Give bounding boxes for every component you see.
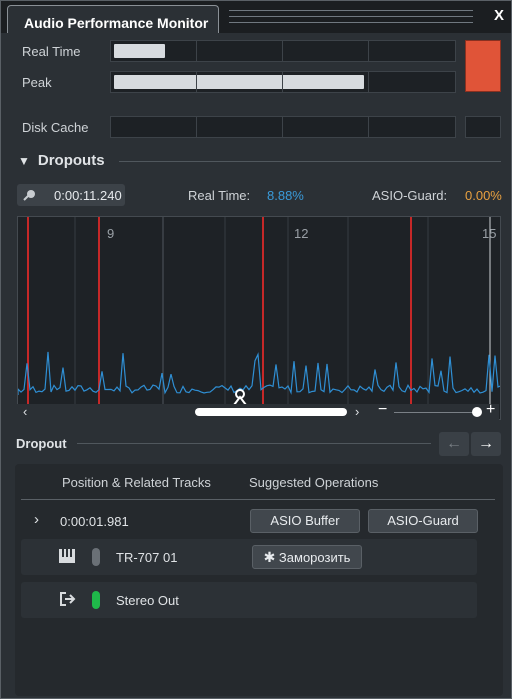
asio-buffer-button[interactable]: ASIO Buffer xyxy=(250,509,360,533)
arrow-left-icon: ← xyxy=(446,435,462,452)
ruler-label: 12 xyxy=(294,226,308,241)
ruler-label: 15 xyxy=(482,226,496,241)
track-name: Stereo Out xyxy=(116,593,179,608)
output-icon xyxy=(60,592,76,611)
meter-tick xyxy=(196,117,197,137)
peak-meter-fill xyxy=(114,75,364,89)
dropout-graph[interactable]: 9 12 15 xyxy=(17,216,501,420)
audio-performance-window: Audio Performance Monitor X Real Time Pe… xyxy=(0,0,512,699)
column-header-operations: Suggested Operations xyxy=(249,475,379,490)
track-name: TR-707 01 xyxy=(116,550,178,565)
meter-tick xyxy=(368,41,369,61)
disk-cache-meter xyxy=(110,116,456,138)
close-button[interactable]: X xyxy=(494,7,504,24)
real-time-meter xyxy=(110,40,456,62)
locate-icon xyxy=(22,188,38,205)
dropout-graph-canvas: 9 12 15 xyxy=(18,217,500,406)
meter-tick xyxy=(196,41,197,61)
dropouts-title: Dropouts xyxy=(37,152,105,169)
track-activity-indicator xyxy=(92,548,100,566)
divider xyxy=(119,161,501,162)
dropout-time-button[interactable]: 0:00:11.240 xyxy=(17,184,125,206)
dropout-detail-title: Dropout xyxy=(16,436,67,451)
chevron-right-icon[interactable]: › xyxy=(34,511,39,528)
real-time-percent-label: Real Time: xyxy=(188,188,251,203)
divider xyxy=(21,499,495,500)
next-dropout-button[interactable]: → xyxy=(471,432,501,456)
zoom-slider-track[interactable] xyxy=(394,412,478,413)
real-time-label: Real Time xyxy=(22,44,81,59)
performance-waveform xyxy=(18,351,500,395)
title-grip xyxy=(229,10,473,24)
column-header-position: Position & Related Tracks xyxy=(62,475,211,490)
arrow-right-icon: → xyxy=(478,435,494,452)
peak-meter xyxy=(110,71,456,93)
meter-tick xyxy=(196,72,197,92)
previous-dropout-button[interactable]: ← xyxy=(439,432,469,456)
scroll-left-icon[interactable]: ‹ xyxy=(23,404,27,419)
meter-tick xyxy=(368,72,369,92)
zoom-slider-handle[interactable] xyxy=(472,407,482,417)
dropout-navigation: ← → xyxy=(439,432,501,456)
peak-label: Peak xyxy=(22,75,52,90)
freeze-label: Заморозить xyxy=(278,550,351,565)
scroll-thumb[interactable] xyxy=(195,408,347,416)
asio-guard-percent-value: 0.00% xyxy=(465,188,502,203)
snowflake-icon: ✱ xyxy=(263,549,276,565)
scroll-right-icon[interactable]: › xyxy=(355,404,359,419)
zoom-in-button[interactable]: + xyxy=(486,401,495,419)
asio-guard-button[interactable]: ASIO-Guard xyxy=(368,509,478,533)
triangle-down-icon[interactable]: ▼ xyxy=(18,154,30,168)
real-time-percent-value: 8.88% xyxy=(267,188,304,203)
ruler-label: 9 xyxy=(107,226,114,241)
divider xyxy=(77,443,431,444)
playhead-marker[interactable] xyxy=(233,389,247,406)
title-bar: Audio Performance Monitor X xyxy=(1,1,511,33)
keyboard-icon xyxy=(59,549,75,568)
meter-tick xyxy=(368,117,369,137)
real-time-meter-fill xyxy=(114,44,165,58)
disk-cache-label: Disk Cache xyxy=(22,120,89,135)
overload-indicator[interactable] xyxy=(465,40,501,92)
meter-tick xyxy=(282,41,283,61)
meter-tick xyxy=(282,72,283,92)
graph-scrollbar[interactable]: ‹ › − + xyxy=(17,401,499,420)
dropout-position: 0:00:01.981 xyxy=(60,514,129,529)
window-title: Audio Performance Monitor xyxy=(24,15,209,31)
asio-guard-percent-label: ASIO-Guard: xyxy=(372,188,448,203)
freeze-button[interactable]: ✱ Заморозить xyxy=(252,545,362,569)
disk-overload-indicator[interactable] xyxy=(465,116,501,138)
zoom-out-button[interactable]: − xyxy=(378,401,387,419)
track-row[interactable]: Stereo Out xyxy=(21,582,477,618)
title-tab: Audio Performance Monitor xyxy=(7,5,219,33)
track-row[interactable]: TR-707 01 ✱ Заморозить xyxy=(21,539,477,575)
track-activity-indicator xyxy=(92,591,100,609)
meter-tick xyxy=(282,117,283,137)
dropouts-section-header[interactable]: ▼ Dropouts xyxy=(18,152,105,169)
dropout-time-value: 0:00:11.240 xyxy=(54,188,122,203)
